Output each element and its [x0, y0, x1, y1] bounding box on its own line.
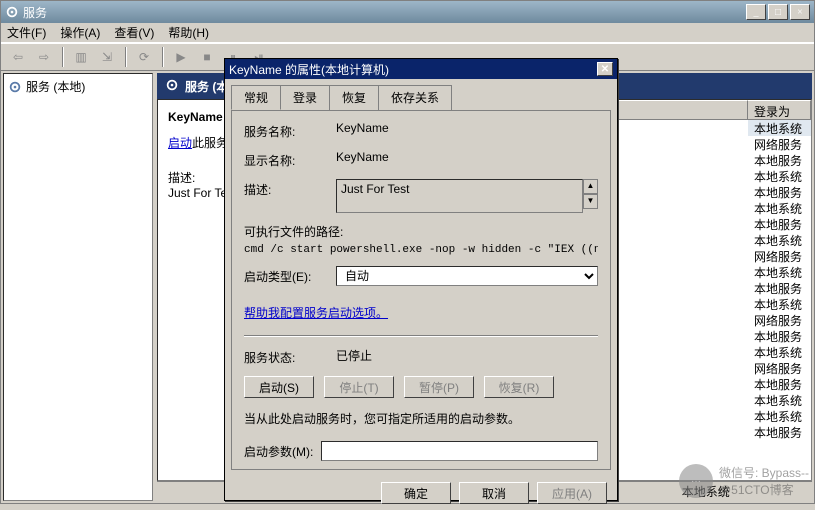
label-service-name: 服务名称: — [244, 121, 336, 140]
watermark-line1: 微信号: Bypass-- — [719, 464, 809, 481]
tree-pane[interactable]: 服务 (本地) — [3, 73, 153, 501]
separator — [62, 47, 63, 67]
table-row[interactable]: 本地服务 — [748, 216, 811, 232]
refresh-icon[interactable]: ⟳ — [133, 46, 155, 68]
apply-button: 应用(A) — [537, 482, 607, 504]
table-row[interactable]: 本地系统 — [748, 408, 811, 424]
dialog-title: KeyName 的属性(本地计算机) — [229, 61, 597, 78]
forward-icon[interactable]: ⇨ — [33, 46, 55, 68]
menu-action[interactable]: 操作(A) — [60, 24, 100, 41]
table-row[interactable]: 本地服务 — [748, 328, 811, 344]
back-icon[interactable]: ⇦ — [7, 46, 29, 68]
startup-type-select[interactable]: 自动 — [336, 266, 598, 286]
separator — [125, 47, 126, 67]
table-row[interactable]: 本地系统 — [748, 344, 811, 360]
table-row[interactable]: 本地服务 — [748, 184, 811, 200]
help-link[interactable]: 帮助我配置服务启动选项。 — [244, 304, 388, 321]
table-row[interactable]: 本地系统 — [748, 296, 811, 312]
resume-button: 恢复(R) — [484, 376, 554, 398]
table-row[interactable]: 本地系统 — [748, 168, 811, 184]
table-row[interactable]: 本地系统 — [748, 264, 811, 280]
table-row[interactable]: 本地系统 — [748, 120, 811, 136]
label-display-name: 显示名称: — [244, 150, 336, 169]
table-row[interactable]: 本地服务 — [748, 152, 811, 168]
value-service-name: KeyName — [336, 121, 598, 135]
table-row[interactable]: 网络服务 — [748, 136, 811, 152]
description-spinner[interactable]: ▲▼ — [583, 179, 598, 213]
menubar: 文件(F) 操作(A) 查看(V) 帮助(H) — [1, 23, 814, 43]
label-startup-type: 启动类型(E): — [244, 266, 336, 285]
start-params-input[interactable] — [321, 441, 598, 461]
table-row[interactable]: 本地服务 — [748, 280, 811, 296]
minimize-button[interactable]: _ — [746, 4, 766, 20]
table-row[interactable]: 网络服务 — [748, 360, 811, 376]
table-row[interactable]: 本地服务 — [748, 424, 811, 440]
gear-icon — [8, 80, 22, 94]
tabstrip: 常规 登录 恢复 依存关系 — [225, 79, 617, 110]
watermark-line2: @51CTO博客 — [719, 481, 809, 498]
export-icon[interactable]: ⇲ — [96, 46, 118, 68]
dialog-close-button[interactable]: ✕ — [597, 62, 613, 76]
dialog-titlebar[interactable]: KeyName 的属性(本地计算机) ✕ — [225, 59, 617, 79]
menu-help[interactable]: 帮助(H) — [168, 24, 209, 41]
menu-file[interactable]: 文件(F) — [7, 24, 46, 41]
tab-dependencies[interactable]: 依存关系 — [378, 85, 452, 110]
tree-root[interactable]: 服务 (本地) — [8, 78, 148, 95]
pause-button: 暂停(P) — [404, 376, 474, 398]
tab-panel-general: 服务名称: KeyName 显示名称: KeyName 描述: ▲▼ 可执行文件… — [231, 110, 611, 470]
gear-icon — [165, 78, 179, 95]
value-status: 已停止 — [336, 347, 598, 364]
hint-text: 当从此处启动服务时，您可指定所适用的启动参数。 — [244, 410, 598, 427]
play-icon[interactable]: ▶ — [170, 46, 192, 68]
table-row[interactable]: 本地服务 — [748, 376, 811, 392]
stop-icon[interactable]: ■ — [196, 46, 218, 68]
tab-recovery[interactable]: 恢复 — [329, 85, 379, 110]
table-row[interactable]: 网络服务 — [748, 312, 811, 328]
table-row[interactable]: 网络服务 — [748, 248, 811, 264]
watermark: ··· 微信号: Bypass-- @51CTO博客 — [679, 464, 809, 498]
tab-logon[interactable]: 登录 — [280, 85, 330, 110]
stop-button: 停止(T) — [324, 376, 394, 398]
label-description: 描述: — [244, 179, 336, 198]
ok-button[interactable]: 确定 — [381, 482, 451, 504]
maximize-button[interactable]: □ — [768, 4, 788, 20]
label-status: 服务状态: — [244, 347, 336, 366]
titlebar[interactable]: 服务 _ □ × — [1, 1, 814, 23]
description-textarea[interactable] — [336, 179, 583, 213]
properties-dialog: KeyName 的属性(本地计算机) ✕ 常规 登录 恢复 依存关系 服务名称:… — [224, 58, 618, 501]
table-row[interactable]: 本地系统 — [748, 200, 811, 216]
separator — [244, 335, 598, 337]
show-hide-icon[interactable]: ▥ — [70, 46, 92, 68]
window-title: 服务 — [23, 4, 746, 21]
menu-view[interactable]: 查看(V) — [114, 24, 154, 41]
label-start-params: 启动参数(M): — [244, 443, 313, 460]
start-button[interactable]: 启动(S) — [244, 376, 314, 398]
cancel-button[interactable]: 取消 — [459, 482, 529, 504]
separator — [162, 47, 163, 67]
close-button[interactable]: × — [790, 4, 810, 20]
table-row[interactable]: 本地系统 — [748, 232, 811, 248]
value-display-name: KeyName — [336, 150, 598, 164]
col-logon[interactable]: 登录为 — [748, 100, 811, 119]
tab-general[interactable]: 常规 — [231, 85, 281, 110]
table-row[interactable]: 本地系统 — [748, 392, 811, 408]
app-icon — [5, 5, 19, 19]
value-exe-path: cmd /c start powershell.exe -nop -w hidd… — [244, 244, 598, 256]
wechat-icon: ··· — [679, 464, 713, 498]
label-exe-path: 可执行文件的路径: — [244, 223, 598, 240]
tree-root-label: 服务 (本地) — [26, 78, 85, 95]
